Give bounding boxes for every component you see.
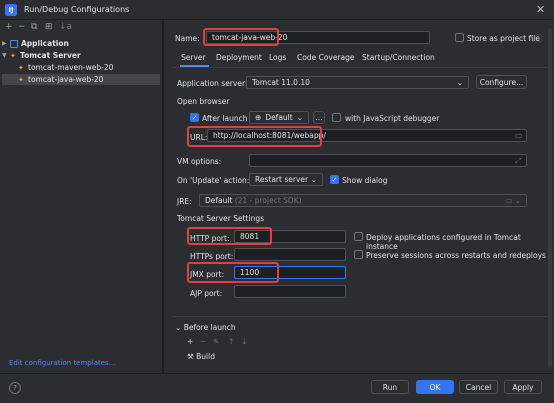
folder-config-icon[interactable]: ⊞ [45, 22, 53, 32]
chevron-down-icon: ⌄ [456, 78, 463, 87]
on-update-label: On 'Update' action: [177, 176, 250, 185]
chevron-right-icon: ▶ [2, 40, 7, 47]
window-title: Run/Debug Configurations [24, 5, 130, 14]
deploy-apps-label: Deploy applications configured in Tomcat… [366, 233, 521, 251]
remove-task-icon[interactable]: − [200, 337, 206, 346]
preserve-sessions-checkbox[interactable] [354, 250, 363, 259]
add-config-icon[interactable]: + [5, 22, 13, 32]
preserve-sessions-label: Preserve sessions across restarts and re… [366, 251, 546, 260]
https-port-label: HTTPs port: [190, 252, 234, 261]
tree-item-label: tomcat-java-web-20 [28, 75, 104, 84]
tree-item-application[interactable]: ▶ Application [2, 38, 160, 49]
jre-label: JRE: [177, 197, 192, 206]
edit-templates-link[interactable]: Edit configuration templates... [9, 359, 115, 367]
browser-select[interactable]: ⊕ Default ⌄ [249, 111, 309, 124]
tree-item-label: Tomcat Server [20, 51, 81, 60]
application-icon [10, 39, 18, 48]
browser-value: Default [265, 113, 293, 122]
edit-task-icon[interactable]: ✎ [213, 337, 219, 346]
ajp-port-label: AJP port: [190, 289, 223, 298]
tab-server[interactable]: Server [181, 53, 206, 62]
tab-startup-connection[interactable]: Startup/Connection [362, 53, 435, 62]
after-launch-checkbox[interactable]: ✓ [190, 113, 199, 122]
jmx-port-highlight [187, 262, 279, 283]
tab-active-indicator [180, 65, 209, 67]
ajp-port-field[interactable] [234, 285, 346, 298]
on-update-value: Restart server [255, 175, 309, 184]
build-label: Build [196, 352, 215, 361]
vm-options-label: VM options: [177, 157, 222, 166]
tab-code-coverage[interactable]: Code Coverage [297, 53, 355, 62]
after-launch-label: After launch [202, 114, 248, 123]
tabs-divider [172, 67, 554, 68]
app-server-label: Application server: [177, 79, 248, 88]
js-debugger-checkbox[interactable] [332, 113, 341, 122]
show-dialog-checkbox[interactable]: ✓ [330, 175, 339, 184]
tree-item-tomcat-maven-web[interactable]: ✦ tomcat-maven-web-20 [2, 62, 160, 73]
chevron-down-icon: ⌄ [175, 323, 182, 332]
move-up-icon[interactable]: ↑ [228, 337, 234, 346]
build-icon: ⚒ [187, 352, 194, 361]
run-button[interactable]: Run [371, 380, 409, 394]
folder-icon[interactable]: ▭ ⌄ [505, 196, 521, 205]
help-icon[interactable]: ? [9, 382, 21, 394]
js-debugger-label: with JavaScript debugger [345, 114, 440, 123]
chevron-down-icon: ▼ [2, 52, 7, 59]
chevron-down-icon: ⌄ [296, 113, 303, 122]
tree-item-label: Application [21, 39, 69, 48]
build-task[interactable]: ⚒ Build [187, 352, 215, 361]
tomcat-icon: ✦ [18, 75, 24, 84]
jre-select[interactable]: Default (21 - project SDK) ▭ ⌄ [199, 194, 527, 207]
open-browser-title: Open browser [177, 97, 230, 106]
before-launch-divider [172, 316, 548, 317]
app-server-value: Tomcat 11.0.10 [252, 78, 310, 87]
sort-config-icon[interactable]: ↓a [59, 22, 72, 32]
before-launch-toggle[interactable]: ⌄ Before launch [175, 323, 236, 332]
remove-config-icon[interactable]: − [18, 22, 26, 32]
vm-options-field[interactable]: ⤢ [249, 154, 527, 167]
apply-button[interactable]: Apply [504, 380, 542, 394]
ok-button[interactable]: OK [416, 380, 454, 394]
chevron-down-icon: ⌄ [310, 175, 317, 184]
add-task-icon[interactable]: + [187, 337, 193, 346]
before-launch-title: Before launch [183, 323, 236, 332]
cancel-button[interactable]: Cancel [459, 380, 498, 394]
tab-deployment[interactable]: Deployment [216, 53, 262, 62]
app-server-select[interactable]: Tomcat 11.0.10 ⌄ [246, 76, 469, 89]
tree-item-tomcat-java-web[interactable]: ✦ tomcat-java-web-20 [2, 74, 160, 85]
scrollbar[interactable] [548, 28, 552, 368]
move-down-icon[interactable]: ↓ [241, 337, 247, 346]
browser-options-button[interactable]: ... [313, 111, 325, 124]
name-highlight [203, 28, 279, 46]
store-project-label: Store as project file [467, 34, 540, 43]
on-update-select[interactable]: Restart server ⌄ [249, 173, 323, 186]
https-port-field[interactable] [234, 248, 346, 261]
close-icon[interactable]: ✕ [536, 3, 545, 16]
configure-button[interactable]: Configure... [476, 75, 527, 89]
folder-icon[interactable]: ▭ [515, 131, 523, 140]
app-icon: IJ [5, 4, 17, 16]
expand-icon[interactable]: ⤢ [515, 156, 521, 166]
tree-item-label: tomcat-maven-web-20 [28, 63, 114, 72]
copy-config-icon[interactable]: ⧉ [31, 22, 37, 32]
tomcat-icon: ✦ [18, 63, 24, 72]
deploy-apps-checkbox[interactable] [354, 232, 363, 241]
jre-hint: (21 - project SDK) [234, 196, 302, 205]
tab-logs[interactable]: Logs [269, 53, 286, 62]
tomcat-icon: ✦ [10, 51, 16, 60]
tree-item-tomcat-server[interactable]: ▼ ✦ Tomcat Server [2, 50, 160, 61]
info-icon: ⓘ [535, 34, 543, 43]
url-highlight [187, 126, 322, 147]
name-label: Name: [175, 34, 200, 43]
store-project-checkbox[interactable] [455, 33, 464, 42]
globe-icon: ⊕ [255, 113, 262, 122]
jre-value: Default [205, 196, 233, 205]
http-port-highlight [187, 227, 272, 245]
title-bar: IJ Run/Debug Configurations ✕ [0, 0, 554, 20]
tomcat-settings-title: Tomcat Server Settings [177, 214, 264, 223]
show-dialog-label: Show dialog [342, 176, 388, 185]
